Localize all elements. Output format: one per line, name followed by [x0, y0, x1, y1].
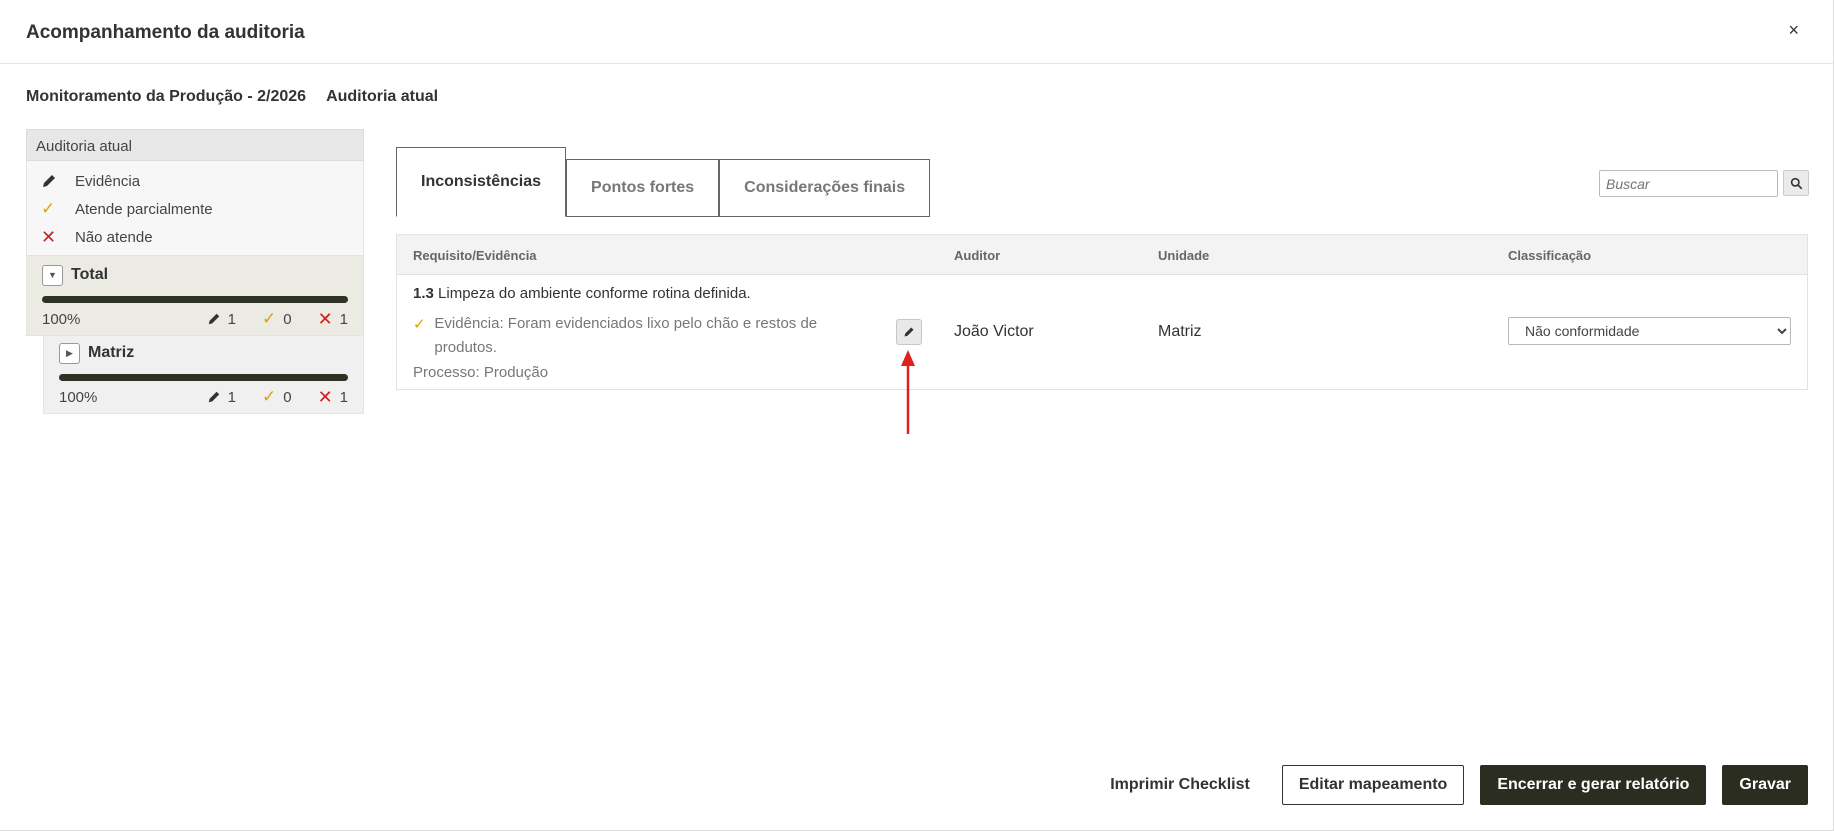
partial-count: 0: [283, 388, 292, 406]
breadcrumb: Monitoramento da Produção - 2/2026 Audit…: [26, 88, 438, 106]
search-icon: [1790, 177, 1802, 189]
tab-bar: Inconsistências Pontos fortes Consideraç…: [396, 147, 931, 217]
col-auditor: Auditor: [954, 248, 1001, 263]
close-and-report-button[interactable]: Encerrar e gerar relatório: [1480, 765, 1707, 805]
print-checklist-button[interactable]: Imprimir Checklist: [1094, 765, 1266, 805]
percent-value: 100%: [42, 310, 81, 328]
tab-pontos-fortes[interactable]: Pontos fortes: [566, 159, 720, 217]
search-input[interactable]: [1599, 170, 1778, 197]
col-requisito: Requisito/Evidência: [413, 248, 537, 263]
evidence-stat: 1: [207, 389, 236, 406]
breadcrumb-program: Monitoramento da Produção - 2/2026: [26, 88, 307, 105]
node-title: ▼ Total: [42, 264, 348, 286]
audit-tree-panel: Auditoria atual Evidência ✓ Atende parci…: [26, 129, 364, 414]
node-label: Matriz: [88, 344, 135, 361]
legend-item-evidence: Evidência: [27, 167, 363, 195]
evidence-text: Evidência: Foram evidenciados lixo pelo …: [434, 315, 818, 356]
chevron-right-icon[interactable]: ▶: [59, 342, 80, 364]
breadcrumb-audit: Auditoria atual: [326, 88, 439, 105]
tab-consideracoes-finais[interactable]: Considerações finais: [719, 159, 931, 217]
check-icon: ✓: [413, 316, 426, 333]
x-icon: ✕: [317, 308, 333, 329]
check-icon: ✓: [41, 199, 56, 218]
pencil-icon: [41, 173, 75, 189]
process-text: Processo: Produção: [413, 364, 549, 381]
node-stats: 100% 1 ✓ 0 ✕ 1: [59, 387, 348, 407]
col-unidade: Unidade: [1158, 248, 1210, 263]
panel-header: Auditoria atual: [26, 129, 364, 161]
tree-node-total[interactable]: ▼ Total 100% 1 ✓ 0 ✕ 1: [26, 255, 364, 336]
percent-value: 100%: [59, 388, 98, 406]
modal-header: Acompanhamento da auditoria ×: [0, 0, 1833, 64]
tab-inconsistencias[interactable]: Inconsistências: [396, 147, 567, 217]
fail-stat: ✕ 1: [318, 309, 348, 330]
legend-label: Atende parcialmente: [75, 200, 213, 218]
table-header: Requisito/Evidência Auditor Unidade Clas…: [397, 235, 1807, 275]
table-row: 1.3 Limpeza do ambiente conforme rotina …: [397, 275, 1807, 389]
x-icon: ✕: [317, 386, 333, 407]
modal-title: Acompanhamento da auditoria: [26, 22, 305, 43]
node-label: Total: [71, 266, 109, 283]
classification-select[interactable]: Não conformidade: [1508, 317, 1791, 345]
partial-count: 0: [283, 310, 292, 328]
search-bar: [1599, 170, 1809, 197]
requirement-cell: 1.3 Limpeza do ambiente conforme rotina …: [413, 285, 853, 381]
save-button[interactable]: Gravar: [1722, 765, 1808, 805]
evidence-line: ✓ Evidência: Foram evidenciados lixo pel…: [413, 312, 853, 360]
pencil-icon: [904, 327, 914, 337]
node-stats: 100% 1 ✓ 0 ✕ 1: [42, 309, 348, 329]
fail-stat: ✕ 1: [318, 387, 348, 408]
inconsistencies-table: Requisito/Evidência Auditor Unidade Clas…: [396, 234, 1808, 390]
edit-evidence-button[interactable]: [896, 319, 922, 345]
partial-stat: ✓ 0: [262, 387, 292, 407]
fail-count: 1: [339, 310, 348, 328]
legend-label: Evidência: [75, 172, 141, 190]
pencil-icon: [208, 391, 219, 403]
footer-actions: Imprimir Checklist Editar mapeamento Enc…: [1094, 765, 1808, 805]
annotation-arrow-icon: [901, 350, 915, 434]
evidence-count: 1: [227, 388, 236, 406]
tree-node-matriz[interactable]: ▶ Matriz 100% 1 ✓ 0 ✕ 1: [43, 336, 364, 414]
evidence-stat: 1: [207, 311, 236, 328]
legend: Evidência ✓ Atende parcialmente ✕ Não at…: [26, 161, 364, 255]
evidence-count: 1: [227, 310, 236, 328]
check-icon: ✓: [261, 309, 277, 328]
legend-item-partial: ✓ Atende parcialmente: [27, 195, 363, 223]
x-icon: ✕: [41, 226, 57, 247]
audit-modal: Acompanhamento da auditoria × Monitorame…: [0, 0, 1834, 831]
progress-bar: [59, 374, 348, 381]
legend-item-fail: ✕ Não atende: [27, 223, 363, 251]
close-button[interactable]: ×: [1788, 20, 1799, 41]
unit-cell: Matriz: [1158, 323, 1202, 340]
chevron-down-icon[interactable]: ▼: [42, 264, 63, 286]
requirement-number: 1.3: [413, 285, 434, 302]
legend-label: Não atende: [75, 228, 153, 246]
pencil-icon: [208, 313, 219, 325]
requirement-title: 1.3 Limpeza do ambiente conforme rotina …: [413, 285, 853, 302]
edit-mapping-button[interactable]: Editar mapeamento: [1281, 765, 1465, 805]
check-icon: ✓: [261, 387, 277, 406]
partial-stat: ✓ 0: [262, 309, 292, 329]
auditor-cell: João Victor: [954, 323, 1034, 340]
col-classificacao: Classificação: [1508, 248, 1592, 263]
node-title: ▶ Matriz: [59, 342, 348, 364]
requirement-text: Limpeza do ambiente conforme rotina defi…: [438, 285, 751, 302]
progress-bar: [42, 296, 348, 303]
search-button[interactable]: [1783, 170, 1809, 196]
fail-count: 1: [339, 388, 348, 406]
